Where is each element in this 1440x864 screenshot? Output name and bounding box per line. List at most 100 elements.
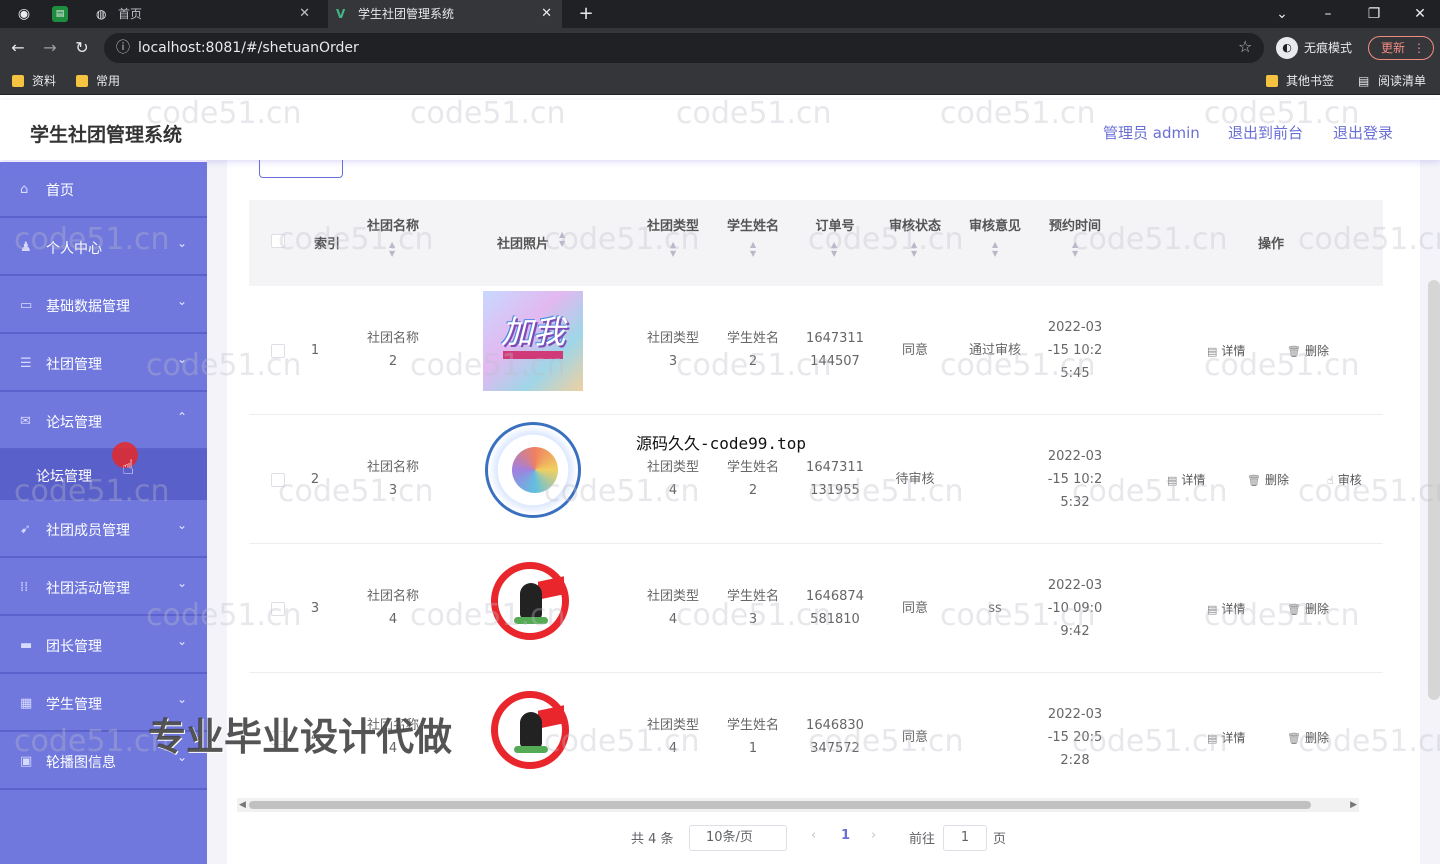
sort-icon[interactable]: ▲ ▼ [831,240,837,258]
logout-link[interactable]: 退出登录 [1333,122,1393,143]
detail-button[interactable]: ▤ 详情 [1207,342,1245,359]
minimize-icon[interactable]: – [1318,4,1338,24]
next-page-icon[interactable]: › [871,828,876,843]
sidebar-item-forum[interactable]: ✉ 论坛管理 ⌃ [0,394,207,450]
row-checkbox[interactable] [271,602,285,616]
star-icon[interactable]: ☆ [1238,37,1252,56]
sidebar-item-home[interactable]: ⌂ 首页 [0,162,207,218]
header-order-no[interactable]: 订单号 [801,215,869,234]
delete-button[interactable]: 🗑 删除 [1287,342,1329,359]
chevron-down-icon[interactable]: ⌄ [1272,4,1292,24]
sort-icon[interactable]: ▲ ▼ [670,240,676,258]
detail-button[interactable]: ▤ 详情 [1207,600,1245,617]
trash-icon: 🗑 [1287,345,1301,358]
info-icon[interactable]: ⓘ [116,33,130,63]
row-checkbox[interactable] [271,473,285,487]
header-club-name[interactable]: 社团名称 [359,215,427,234]
sort-icon[interactable]: ▲ ▼ [750,240,756,258]
update-button[interactable]: 更新 ⋮ [1368,36,1434,60]
page-size-select[interactable]: 10条/页 [689,825,787,851]
goto-label: 前往 [909,832,936,847]
scroll-right-icon[interactable]: ▶ [1350,798,1357,812]
delete-button[interactable]: 🗑 删除 [1247,471,1289,488]
back-icon[interactable]: ← [8,38,28,58]
delete-button[interactable]: 🗑 删除 [1287,600,1329,617]
sidebar-subitem-label: 论坛管理 [36,469,92,485]
sidebar-item-activities[interactable]: ⁞⁞ 社团活动管理 ⌄ [0,560,207,616]
goto-page-input[interactable]: 1 [943,825,987,851]
sidebar-item-label: 社团管理 [46,357,102,373]
row-checkbox[interactable] [271,344,285,358]
bookmark-folder[interactable]: 资料 [10,68,56,95]
club-photo-red-badge [491,691,569,769]
sort-icon[interactable]: ▲ ▼ [911,240,917,258]
cell-club-type: 社团类型 4 [646,718,699,756]
header-club-photo[interactable]: 社团照片 [489,233,557,252]
header-club-type[interactable]: 社团类型 [639,215,707,234]
sidebar-item-label: 首页 [46,183,74,199]
reload-icon[interactable]: ↻ [72,38,92,58]
sort-icon[interactable]: ▲ ▼ [992,240,998,258]
review-button[interactable]: ☝ 审核 [1327,471,1362,488]
header-review-status[interactable]: 审核状态 [881,215,949,234]
cell-club-name: 社团名称 4 [366,589,419,627]
more-icon: ⋮ [1413,41,1425,55]
browser-menu-icon[interactable]: ◉ [14,4,34,24]
sort-icon[interactable]: ▲ ▼ [559,230,565,248]
header-booking-time[interactable]: 预约时间 [1041,215,1109,234]
detail-button[interactable]: ▤ 详情 [1167,471,1205,488]
address-bar[interactable]: ⓘ localhost:8081/#/shetuanOrder [104,33,1264,63]
header-index[interactable]: 索引 [305,233,349,252]
chevron-down-icon: ⌄ [176,294,187,308]
detail-button[interactable]: ▤ 详情 [1207,729,1245,746]
sidebar-item-leaders[interactable]: ▬ 团长管理 ⌄ [0,618,207,674]
sort-icon[interactable]: ▲ ▼ [389,240,395,258]
sidebar-item-members[interactable]: ➹ 社团成员管理 ⌄ [0,502,207,558]
chevron-down-icon: ⌄ [176,692,187,706]
chevron-down-icon: ⌄ [176,576,187,590]
header-review-comment[interactable]: 审核意见 [961,215,1029,234]
cell-order-no: 1646830 347572 [806,718,864,756]
delete-button[interactable]: 🗑 删除 [1287,729,1329,746]
front-link[interactable]: 退出到前台 [1228,122,1303,143]
close-icon[interactable]: ✕ [541,0,552,28]
close-window-icon[interactable]: ✕ [1410,4,1430,24]
vertical-scrollbar[interactable] [1428,280,1440,700]
sidebar-subitem-forum[interactable]: 论坛管理 [0,450,207,500]
cell-booking-time: 2022-03 -15 20:5 2:28 [1047,707,1103,768]
cell-student-name: 学生姓名 2 [726,460,779,498]
tab-club-system[interactable]: V 学生社团管理系统 ✕ [328,0,562,28]
new-tab-icon[interactable]: + [576,4,596,24]
tab-home[interactable]: ◍ 首页 ✕ [88,0,320,28]
sidebar-item-basic-data[interactable]: ▭ 基础数据管理 ⌄ [0,278,207,334]
restore-icon[interactable]: ❐ [1364,4,1384,24]
sidebar-item-label: 基础数据管理 [46,299,130,315]
horizontal-scrollbar[interactable]: ◀ ▶ [237,798,1359,812]
prev-page-icon[interactable]: ‹ [811,828,816,843]
close-icon[interactable]: ✕ [299,0,310,28]
other-bookmarks[interactable]: 其他书签 [1264,68,1334,95]
scrollbar-thumb[interactable] [249,801,1311,809]
document-icon: ▤ [1207,345,1218,358]
header-student-name[interactable]: 学生姓名 [719,215,787,234]
sidebar-item-profile[interactable]: ♟ 个人中心 ⌄ [0,220,207,276]
forward-icon[interactable]: → [40,38,60,58]
sort-icon[interactable]: ▲ ▼ [1072,240,1078,258]
reading-list[interactable]: ▤ 阅读清单 [1356,68,1426,95]
table-header: 索引 社团名称 ▲ ▼ 社团照片 ▲ ▼ 社团类型 ▲ ▼ 学生姓名 ▲ ▼ 订单号 ▲… [249,200,1383,286]
page-number[interactable]: 1 [841,828,850,843]
bookmark-folder[interactable]: 常用 [74,68,120,95]
cell-review-comment: ss [988,601,1002,616]
toolbar-button[interactable] [259,160,343,178]
sidebar-item-clubs[interactable]: ☰ 社团管理 ⌄ [0,336,207,392]
sheet-app-icon[interactable]: ▤ [52,6,68,22]
select-all-checkbox[interactable] [271,234,285,248]
incognito-badge[interactable]: ◐ 无痕模式 [1276,34,1352,62]
scroll-left-icon[interactable]: ◀ [239,798,246,812]
cell-student-name: 学生姓名 1 [726,718,779,756]
globe-icon: ◍ [96,7,107,21]
cell-review-status: 同意 [901,601,928,616]
url-text: localhost:8081/#/shetuanOrder [138,40,359,56]
update-label: 更新 [1381,41,1406,55]
user-icon: ♟ [20,240,32,255]
